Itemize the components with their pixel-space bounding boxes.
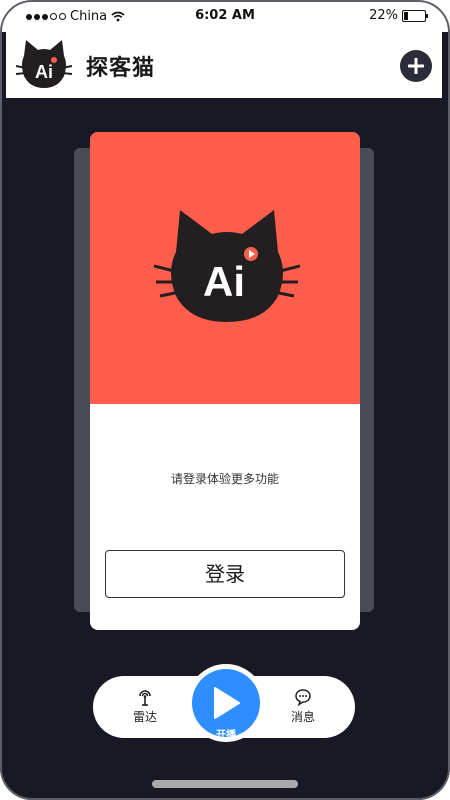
status-right: 22% <box>369 8 428 23</box>
nav-item-radar[interactable]: 雷达 <box>115 688 175 725</box>
cat-logo-large-icon: Ai <box>154 210 300 322</box>
plus-circle-icon <box>408 58 424 74</box>
nav-label-messages: 消息 <box>290 710 315 724</box>
go-live-button-wrap: 开播 <box>187 664 265 742</box>
radar-icon <box>139 690 151 706</box>
chat-bubble-icon <box>295 689 311 706</box>
add-button[interactable] <box>400 50 432 82</box>
nav-label-go-live: 开播 <box>216 730 236 741</box>
card-banner: Ai <box>90 132 360 404</box>
login-card: Ai 请登录体验更多功能 登录 <box>90 132 360 630</box>
nav-label-radar: 雷达 <box>132 710 157 724</box>
battery-fill <box>404 11 408 20</box>
battery-icon <box>402 9 428 22</box>
logo-text: Ai <box>35 62 53 82</box>
card-logo-text: Ai <box>203 258 245 305</box>
phone-screen: China 6:02 AM 22% Ai 探客猫 Ai 请登录体验更多功能 登录… <box>0 0 450 800</box>
cat-logo-icon: Ai <box>16 40 72 88</box>
battery-percent: 22% <box>369 8 398 23</box>
app-title: 探客猫 <box>86 56 156 81</box>
home-indicator[interactable] <box>152 780 298 788</box>
app-header: Ai 探客猫 <box>6 32 442 98</box>
login-button[interactable]: 登录 <box>105 550 345 598</box>
login-prompt-text: 请登录体验更多功能 <box>170 472 279 486</box>
nav-item-messages[interactable]: 消息 <box>273 688 333 725</box>
status-bar: China 6:02 AM 22% <box>0 0 450 32</box>
play-icon <box>214 687 240 719</box>
